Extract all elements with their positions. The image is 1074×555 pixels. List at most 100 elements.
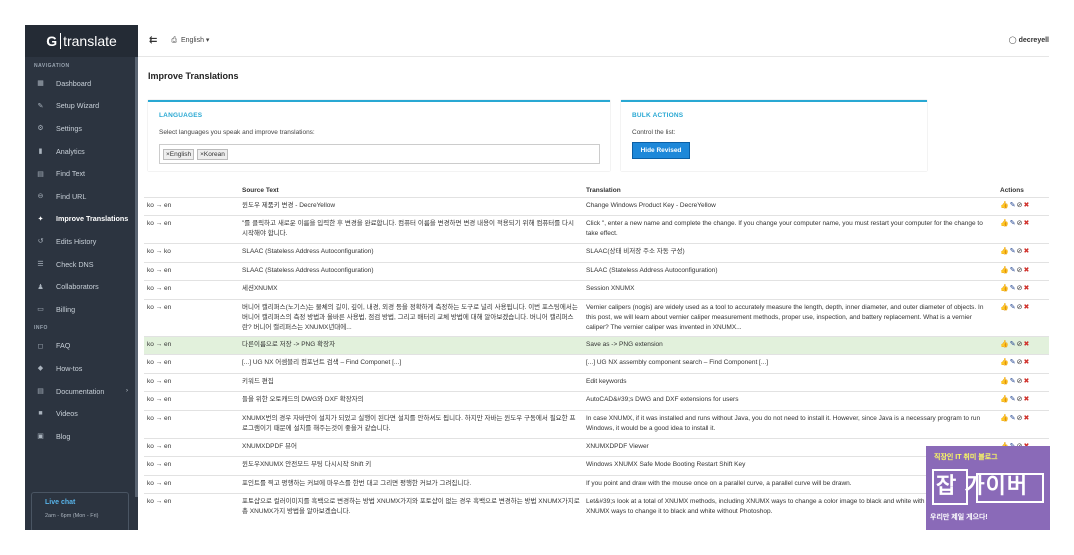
ignore-icon[interactable]: ⊘ (1017, 266, 1023, 276)
approve-icon[interactable]: 👍 (1000, 340, 1009, 350)
approve-icon[interactable]: 👍 (1000, 219, 1009, 229)
delete-icon[interactable]: ✖ (1023, 219, 1029, 229)
delete-icon[interactable]: ✖ (1023, 247, 1029, 257)
edit-icon[interactable]: ✎ (1010, 247, 1016, 257)
table-row[interactable]: ko → en 버니어 캘리퍼스(노기스)는 물체의 길이, 깊이, 내경, 외경… (144, 298, 1049, 336)
delete-icon[interactable]: ✖ (1023, 377, 1029, 387)
sidebar-item-improve-translations[interactable]: ✦ Improve Translations (25, 208, 138, 231)
approve-icon[interactable]: 👍 (1000, 303, 1009, 313)
table-row[interactable]: ko → en [...] UG NX 어셈블리 컴포넌트 검색 – Find C… (144, 354, 1049, 373)
approve-icon[interactable]: 👍 (1000, 284, 1009, 294)
table-row[interactable]: ko → en 윈도우XNUMX 안전모드 부팅 다시시작 Shift 키 Wind… (144, 456, 1049, 475)
approve-icon[interactable]: 👍 (1000, 266, 1009, 276)
header-translation[interactable]: Translation (583, 184, 997, 197)
header-source[interactable]: Source Text (239, 184, 583, 197)
sidebar-item-setup-wizard[interactable]: ✎ Setup Wizard (25, 95, 138, 118)
ignore-icon[interactable]: ⊘ (1017, 340, 1023, 350)
edit-icon[interactable]: ✎ (1010, 303, 1016, 313)
sidebar-item-analytics[interactable]: ▮ Analytics (25, 140, 138, 163)
table-row[interactable]: ko → en XNUMX번의 경우 자바만이 설치가 되었고 실행이 된다면 설… (144, 409, 1049, 438)
chevron-right-icon: › (126, 388, 128, 395)
videos-icon: ■ (38, 410, 43, 418)
ignore-icon[interactable]: ⊘ (1017, 247, 1023, 257)
language-selector[interactable]: ⎙ English ▾ (171, 36, 209, 45)
header-actions: Actions (1000, 186, 1024, 194)
edit-icon[interactable]: ✎ (1010, 284, 1016, 294)
user-menu[interactable]: ◯ decreyell (1009, 36, 1049, 44)
edit-icon[interactable]: ✎ (1010, 414, 1016, 424)
translate-icon: ⎙ (171, 37, 177, 44)
translation-cell: Change Windows Product Key - DecreYellow (583, 196, 997, 216)
ignore-icon[interactable]: ⊘ (1017, 358, 1023, 368)
ignore-icon[interactable]: ⊘ (1017, 219, 1023, 229)
edit-icon[interactable]: ✎ (1010, 377, 1016, 387)
table-row[interactable]: ko → en 키워드 편집 Edit keywords 👍✎⊘✖ (144, 372, 1049, 392)
ignore-icon[interactable]: ⊘ (1017, 377, 1023, 387)
sidebar-item-find-text[interactable]: ▤ Find Text (25, 162, 138, 185)
translation-cell: Click ", enter a new name and complete t… (583, 215, 997, 244)
approve-icon[interactable]: 👍 (1000, 247, 1009, 257)
delete-icon[interactable]: ✖ (1023, 340, 1029, 350)
table-row[interactable]: ko → en 다른이름으로 저장 -> PNG 확장자 Save as -> PN… (144, 335, 1049, 355)
source-cell: SLAAC (Stateless Address Autoconfigurati… (239, 243, 583, 262)
edit-icon[interactable]: ✎ (1010, 219, 1016, 229)
language-tag-english[interactable]: ×English (163, 149, 195, 160)
translation-cell: SLAAC(상태 비저장 주소 자동 구성) (583, 243, 997, 262)
table-row[interactable]: ko → en SLAAC (Stateless Address Autoconf… (144, 261, 1049, 281)
sidebar-item-videos[interactable]: ■ Videos (25, 402, 138, 425)
sidebar-item-dashboard[interactable]: ▦ Dashboard (25, 72, 138, 95)
sidebar-item-blog[interactable]: ▣ Blog (25, 425, 138, 448)
table-row[interactable]: ko → en 포토샵으로 컬러이미지를 흑백으로 변경하는 방법 XNUMX가지… (144, 493, 1049, 522)
approve-icon[interactable]: 👍 (1000, 377, 1009, 387)
delete-icon[interactable]: ✖ (1023, 303, 1029, 313)
sidebar-item-find-url[interactable]: ⊖ Find URL (25, 185, 138, 208)
table-row[interactable]: ko → en 들을 위한 오토캐드의 DWG와 DXF 확장자의 AutoCAD&… (144, 391, 1049, 410)
ignore-icon[interactable]: ⊘ (1017, 414, 1023, 424)
sidebar-item-collaborators[interactable]: ♟ Collaborators (25, 275, 138, 298)
ignore-icon[interactable]: ⊘ (1017, 303, 1023, 313)
delete-icon[interactable]: ✖ (1023, 395, 1029, 405)
live-chat-box[interactable]: Live chat 2am - 6pm (Mon - Fri) (31, 492, 129, 530)
delete-icon[interactable]: ✖ (1023, 414, 1029, 424)
table-row[interactable]: ko → en 윈도우 제품키 변경 - DecreYellow Change Wi… (144, 196, 1049, 216)
delete-icon[interactable]: ✖ (1023, 201, 1029, 211)
translation-cell: SLAAC (Stateless Address Autoconfigurati… (583, 261, 997, 281)
table-row[interactable]: ko → en 세션XNUMX Session XNUMX 👍✎⊘✖ (144, 280, 1049, 299)
delete-icon[interactable]: ✖ (1023, 358, 1029, 368)
languages-input[interactable]: ×English ×Korean (159, 144, 600, 164)
table-row[interactable]: ko → enXNUMXDPDF 뷰어XNUMXDPDF Viewer👍✎⊘✖ (144, 437, 1049, 457)
ignore-icon[interactable]: ⊘ (1017, 201, 1023, 211)
approve-icon[interactable]: 👍 (1000, 395, 1009, 405)
language-tag-korean[interactable]: ×Korean (197, 149, 228, 160)
delete-icon[interactable]: ✖ (1023, 266, 1029, 276)
sidebar-item-billing[interactable]: ▭ Billing (25, 298, 138, 321)
ignore-icon[interactable]: ⊘ (1017, 395, 1023, 405)
sidebar-item-documentation[interactable]: ▤ Documentation › (25, 380, 138, 403)
sidebar-item-settings[interactable]: ⚙ Settings (25, 117, 138, 140)
approve-icon[interactable]: 👍 (1000, 201, 1009, 211)
sidebar-item-how-tos[interactable]: ◆ How-tos (25, 357, 138, 380)
table-row[interactable]: ko → en 포인트를 찍고 평행하는 커브에 마우스를 한번 대고 그리면 평… (144, 474, 1049, 494)
collapse-menu-icon[interactable]: ⇇ (149, 35, 157, 46)
sidebar-item-faq[interactable]: ◻ FAQ (25, 335, 138, 358)
edit-icon[interactable]: ✎ (1010, 358, 1016, 368)
edit-icon[interactable]: ✎ (1010, 201, 1016, 211)
table-row[interactable]: ko → en "를 클릭하고 새로운 이름을 입력한 후 변경을 완료합니다. … (144, 215, 1049, 244)
ignore-icon[interactable]: ⊘ (1017, 284, 1023, 294)
app-logo[interactable]: G translate (25, 25, 138, 57)
sidebar-item-label: Setup Wizard (56, 101, 100, 111)
actions-cell: 👍✎⊘✖ (997, 409, 1049, 438)
ad-banner[interactable]: 직장인 IT 취미 블로그 잡 가이버 우리만 제일 게으다! (926, 446, 1050, 530)
hide-revised-button[interactable]: Hide Revised (632, 142, 690, 159)
sidebar-item-edits-history[interactable]: ↺ Edits History (25, 230, 138, 253)
approve-icon[interactable]: 👍 (1000, 358, 1009, 368)
edit-icon[interactable]: ✎ (1010, 266, 1016, 276)
source-cell: 윈도우 제품키 변경 - DecreYellow (239, 196, 583, 216)
delete-icon[interactable]: ✖ (1023, 284, 1029, 294)
sidebar-item-check-dns[interactable]: ☰ Check DNS (25, 253, 138, 276)
edit-icon[interactable]: ✎ (1010, 340, 1016, 350)
approve-icon[interactable]: 👍 (1000, 414, 1009, 424)
edit-icon[interactable]: ✎ (1010, 395, 1016, 405)
live-chat-hours: 2am - 6pm (Mon - Fri) (45, 513, 99, 519)
table-row[interactable]: ko → ko SLAAC (Stateless Address Autoconf… (144, 243, 1049, 262)
